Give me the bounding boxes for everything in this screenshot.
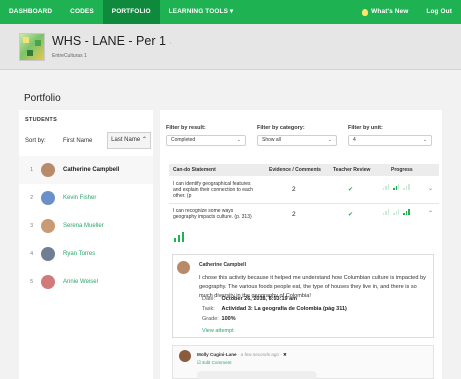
filter-unit-value: 4 <box>353 137 356 143</box>
can-do-statement: I can recognize some ways geography impa… <box>173 208 252 220</box>
nav-codes[interactable]: CODES <box>61 0 103 24</box>
progress-icons <box>383 209 410 215</box>
check-icon: ✔ <box>348 187 354 193</box>
nav-portfolio[interactable]: PORTFOLIO <box>102 0 160 24</box>
header-review: Teacher Review <box>333 167 371 173</box>
portfolio-main-panel: Filter by result: Completed ⌄ Filter by … <box>160 110 442 379</box>
sort-last-name-button[interactable]: Last Name ⌃ <box>107 132 151 149</box>
collapse-row-icon[interactable]: ⌃ <box>428 210 433 217</box>
header-progress: Progress <box>391 167 413 173</box>
task-value: Actividad 3: La geografía de Colombia (p… <box>221 306 347 312</box>
students-panel: STUDENTS Sort by: First Name Last Name ⌃… <box>19 110 153 379</box>
student-row[interactable]: 3 Serena Mueller <box>19 212 153 240</box>
student-name: Serena Mueller <box>63 223 104 229</box>
comment-input[interactable] <box>197 371 317 379</box>
course-subtitle: EntreCulturas 1 <box>52 53 87 59</box>
filter-result-value: Completed <box>171 137 196 143</box>
whats-new-link[interactable]: What's New <box>353 0 417 24</box>
chevron-down-icon: ⌄ <box>236 137 241 143</box>
course-title-text: WHS - LANE - Per 1 <box>52 34 166 48</box>
course-title-suffix: · <box>169 40 172 47</box>
course-header: WHS - LANE - Per 1 · EntreCulturas 1 <box>0 24 461 70</box>
header-evidence: Evidence / Comments <box>269 167 321 173</box>
avatar <box>41 191 55 205</box>
student-number: 2 <box>30 195 33 201</box>
table-row[interactable]: I can identify geographical features and… <box>169 176 439 204</box>
attempt-grade: Grade: 100% <box>202 316 236 322</box>
grade-label: Grade: <box>202 316 219 322</box>
avatar <box>41 219 55 233</box>
filter-unit-select[interactable]: 4 ⌄ <box>348 135 432 146</box>
evidence-count: 2 <box>292 211 296 218</box>
student-name: Annie Weisel <box>63 279 98 285</box>
student-number: 4 <box>30 251 33 257</box>
filter-unit-label: Filter by unit: <box>348 125 383 131</box>
avatar <box>41 163 55 177</box>
view-attempt-link[interactable]: View attempt <box>202 328 234 334</box>
filter-category-value: Show all <box>262 137 281 143</box>
bar-chart-icon <box>383 184 390 190</box>
filter-category-label: Filter by category: <box>257 125 305 131</box>
logout-link[interactable]: Log Out <box>417 0 461 24</box>
header-statement: Can-do Statement <box>173 167 216 173</box>
student-number: 1 <box>30 167 33 173</box>
grade-value: 100% <box>221 316 236 322</box>
student-row[interactable]: 5 Annie Weisel <box>19 268 153 296</box>
avatar <box>41 275 55 289</box>
evidence-count: 2 <box>292 186 296 193</box>
comment-time: · a few seconds ago · <box>237 352 282 357</box>
whats-new-label: What's New <box>371 8 409 15</box>
filter-category-select[interactable]: Show all ⌄ <box>257 135 337 146</box>
table-header: Can-do Statement Evidence / Comments Tea… <box>169 164 439 176</box>
date-label: Date: <box>202 296 216 302</box>
can-do-statement: I can identify geographical features and… <box>173 181 254 199</box>
bar-chart-icon <box>393 209 400 215</box>
check-icon: ✔ <box>348 212 354 218</box>
attempt-date: Date: October 26, 2018, 8:53:19 am <box>202 296 297 302</box>
comment-card: Molly Cugini-Lane · a few seconds ago · … <box>172 345 434 379</box>
expand-row-icon[interactable]: ⌄ <box>428 185 433 192</box>
date-value: October 26, 2018, 8:53:19 am <box>221 296 298 302</box>
edit-comment-link[interactable]: ☑ Edit Comment <box>197 360 232 366</box>
nav-dashboard[interactable]: DASHBOARD <box>0 0 61 24</box>
comment-header: Molly Cugini-Lane · a few seconds ago · … <box>197 352 287 358</box>
attempt-card: Catherine Campbell I chose this activity… <box>172 254 434 338</box>
bar-chart-icon <box>403 184 410 190</box>
student-number: 5 <box>30 279 33 285</box>
filter-result-label: Filter by result: <box>166 125 206 131</box>
student-row[interactable]: 4 Ryan Torres <box>19 240 153 268</box>
table-row[interactable]: I can recognize some ways geography impa… <box>169 204 439 228</box>
attempt-student-name: Catherine Campbell <box>199 262 246 268</box>
student-number: 3 <box>30 223 33 229</box>
page-title: Portfolio <box>24 93 61 104</box>
student-row[interactable]: 1 Catherine Campbell <box>19 156 153 184</box>
task-label: Task: <box>202 306 215 312</box>
student-name: Kevin Fisher <box>63 195 97 201</box>
student-row[interactable]: 2 Kevin Fisher <box>19 184 153 212</box>
chevron-down-icon: ⌄ <box>422 137 427 143</box>
delete-comment-icon[interactable]: ✖ <box>283 352 287 357</box>
proficiency-bar-chart-icon <box>174 232 185 242</box>
chevron-down-icon: ⌄ <box>327 137 332 143</box>
lightbulb-icon <box>362 8 369 16</box>
student-name: Ryan Torres <box>63 251 96 257</box>
avatar <box>177 261 190 274</box>
bar-chart-icon <box>403 209 410 215</box>
sort-first-name-button[interactable]: First Name <box>63 138 92 144</box>
students-heading: STUDENTS <box>25 117 58 123</box>
avatar <box>41 247 55 261</box>
nav-learning-tools[interactable]: LEARNING TOOLS ▾ <box>160 0 243 24</box>
attempt-task: Task: Actividad 3: La geografía de Colom… <box>202 306 347 312</box>
bar-chart-icon <box>393 184 400 190</box>
top-nav: DASHBOARD CODES PORTFOLIO LEARNING TOOLS… <box>0 0 461 24</box>
progress-icons <box>383 184 410 190</box>
sort-by-label: Sort by: <box>25 138 46 144</box>
course-title: WHS - LANE - Per 1 · <box>52 34 172 48</box>
comment-author: Molly Cugini-Lane <box>197 352 237 357</box>
course-thumbnail <box>19 33 45 61</box>
filter-result-select[interactable]: Completed ⌄ <box>166 135 246 146</box>
avatar <box>179 350 191 362</box>
student-name: Catherine Campbell <box>63 167 120 173</box>
bar-chart-icon <box>383 209 390 215</box>
